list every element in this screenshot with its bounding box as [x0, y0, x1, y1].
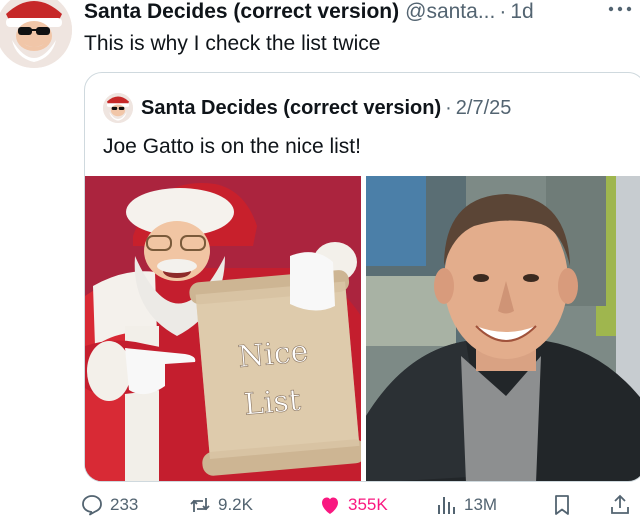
joe-gatto-photo[interactable] [366, 176, 640, 481]
quote-author-avatar[interactable] [103, 93, 133, 123]
tweet-text: This is why I check the list twice [84, 32, 381, 55]
bookmark-button[interactable] [550, 490, 574, 519]
scroll-list-text: List [242, 383, 302, 423]
author-avatar[interactable] [0, 0, 72, 68]
reply-count: 233 [110, 495, 139, 514]
joe-gatto-photo-image [366, 176, 640, 481]
repost-icon [190, 498, 210, 512]
share-icon [611, 494, 629, 514]
quote-author-name[interactable]: Santa Decides (correct version) [141, 97, 441, 120]
quoted-tweet-card[interactable]: Santa Decides (correct version) · 2/7/25… [84, 72, 640, 482]
santa-sunglasses-avatar-image [103, 93, 133, 123]
author-name[interactable]: Santa Decides (correct version) [84, 0, 399, 24]
bookmark-icon [555, 495, 569, 515]
santa-sunglasses-avatar-image [0, 0, 72, 68]
quote-separator-dot: · [445, 96, 452, 119]
separator-dot: · [499, 0, 507, 23]
more-icon[interactable] [605, 4, 635, 14]
scroll-nice-text: Nice [237, 334, 310, 375]
reply-button[interactable]: 233 [80, 490, 138, 519]
repost-count: 9.2K [218, 495, 253, 514]
like-count: 355K [348, 495, 388, 514]
quote-header: Santa Decides (correct version) · 2/7/25 [103, 93, 511, 123]
repost-button[interactable]: 9.2K [188, 490, 253, 519]
tweet-action-bar: 233 9.2K 355K 13M [80, 490, 640, 519]
quote-date[interactable]: 2/7/25 [456, 97, 512, 120]
share-button[interactable] [608, 490, 632, 519]
tweet-header: Santa Decides (correct version) @santa..… [84, 0, 534, 26]
quote-text: Joe Gatto is on the nice list! [103, 135, 361, 158]
heart-icon [322, 497, 338, 514]
views-count: 13M [464, 495, 498, 514]
like-button[interactable]: 355K [318, 490, 388, 519]
views-icon [438, 497, 455, 514]
reply-icon [82, 495, 102, 516]
santa-photo-image: Nice List [85, 176, 361, 481]
tweet-timestamp[interactable]: 1d [510, 0, 533, 24]
views-button[interactable]: 13M [434, 490, 497, 519]
santa-nice-list-photo[interactable]: Nice List [85, 176, 361, 481]
author-handle[interactable]: @santa... [405, 0, 495, 24]
